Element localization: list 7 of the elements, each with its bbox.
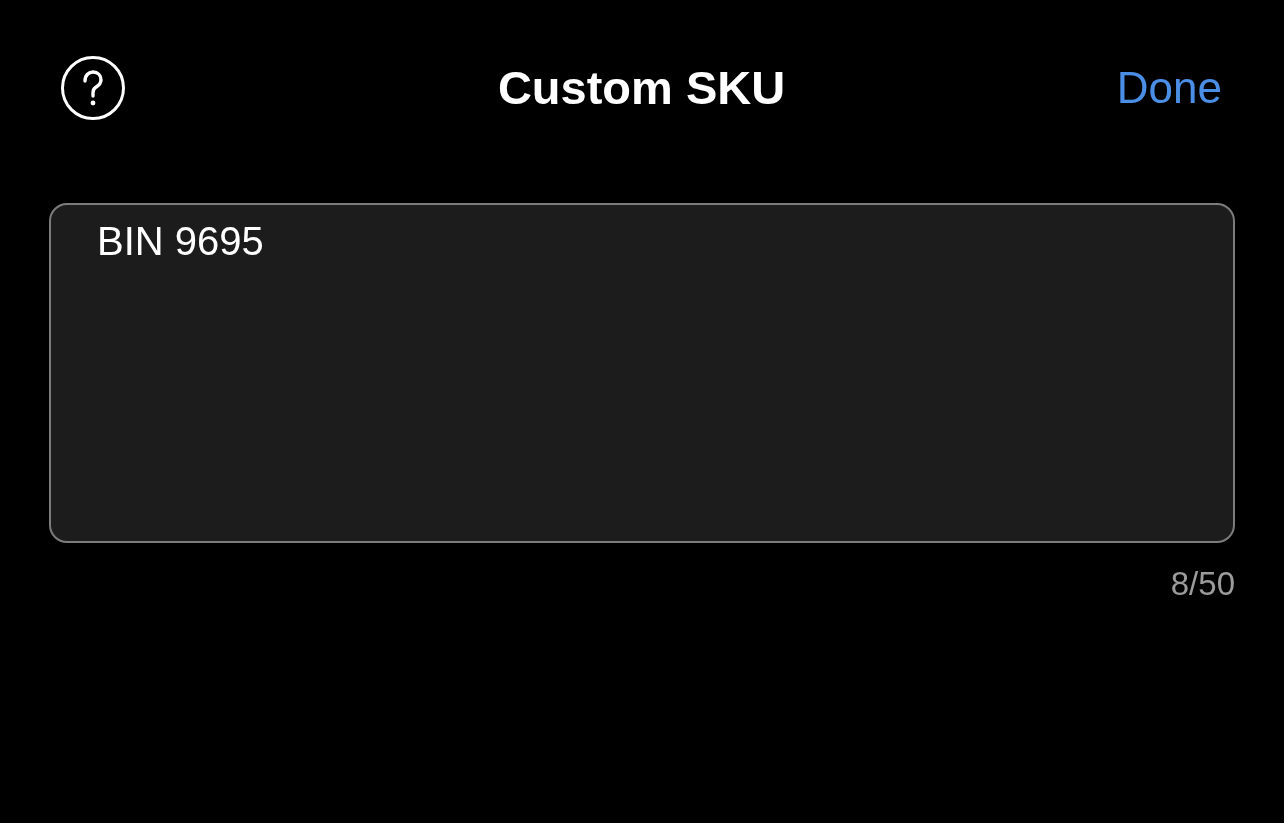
sku-value-text: BIN 9695 [97,219,264,263]
help-icon [61,56,125,120]
sku-text-field[interactable]: BIN 9695 [49,203,1235,543]
character-counter: 8/50 [1170,565,1235,603]
help-button[interactable] [61,56,125,120]
screen-title: Custom SKU [497,60,786,116]
done-button[interactable]: Done [1116,62,1222,114]
